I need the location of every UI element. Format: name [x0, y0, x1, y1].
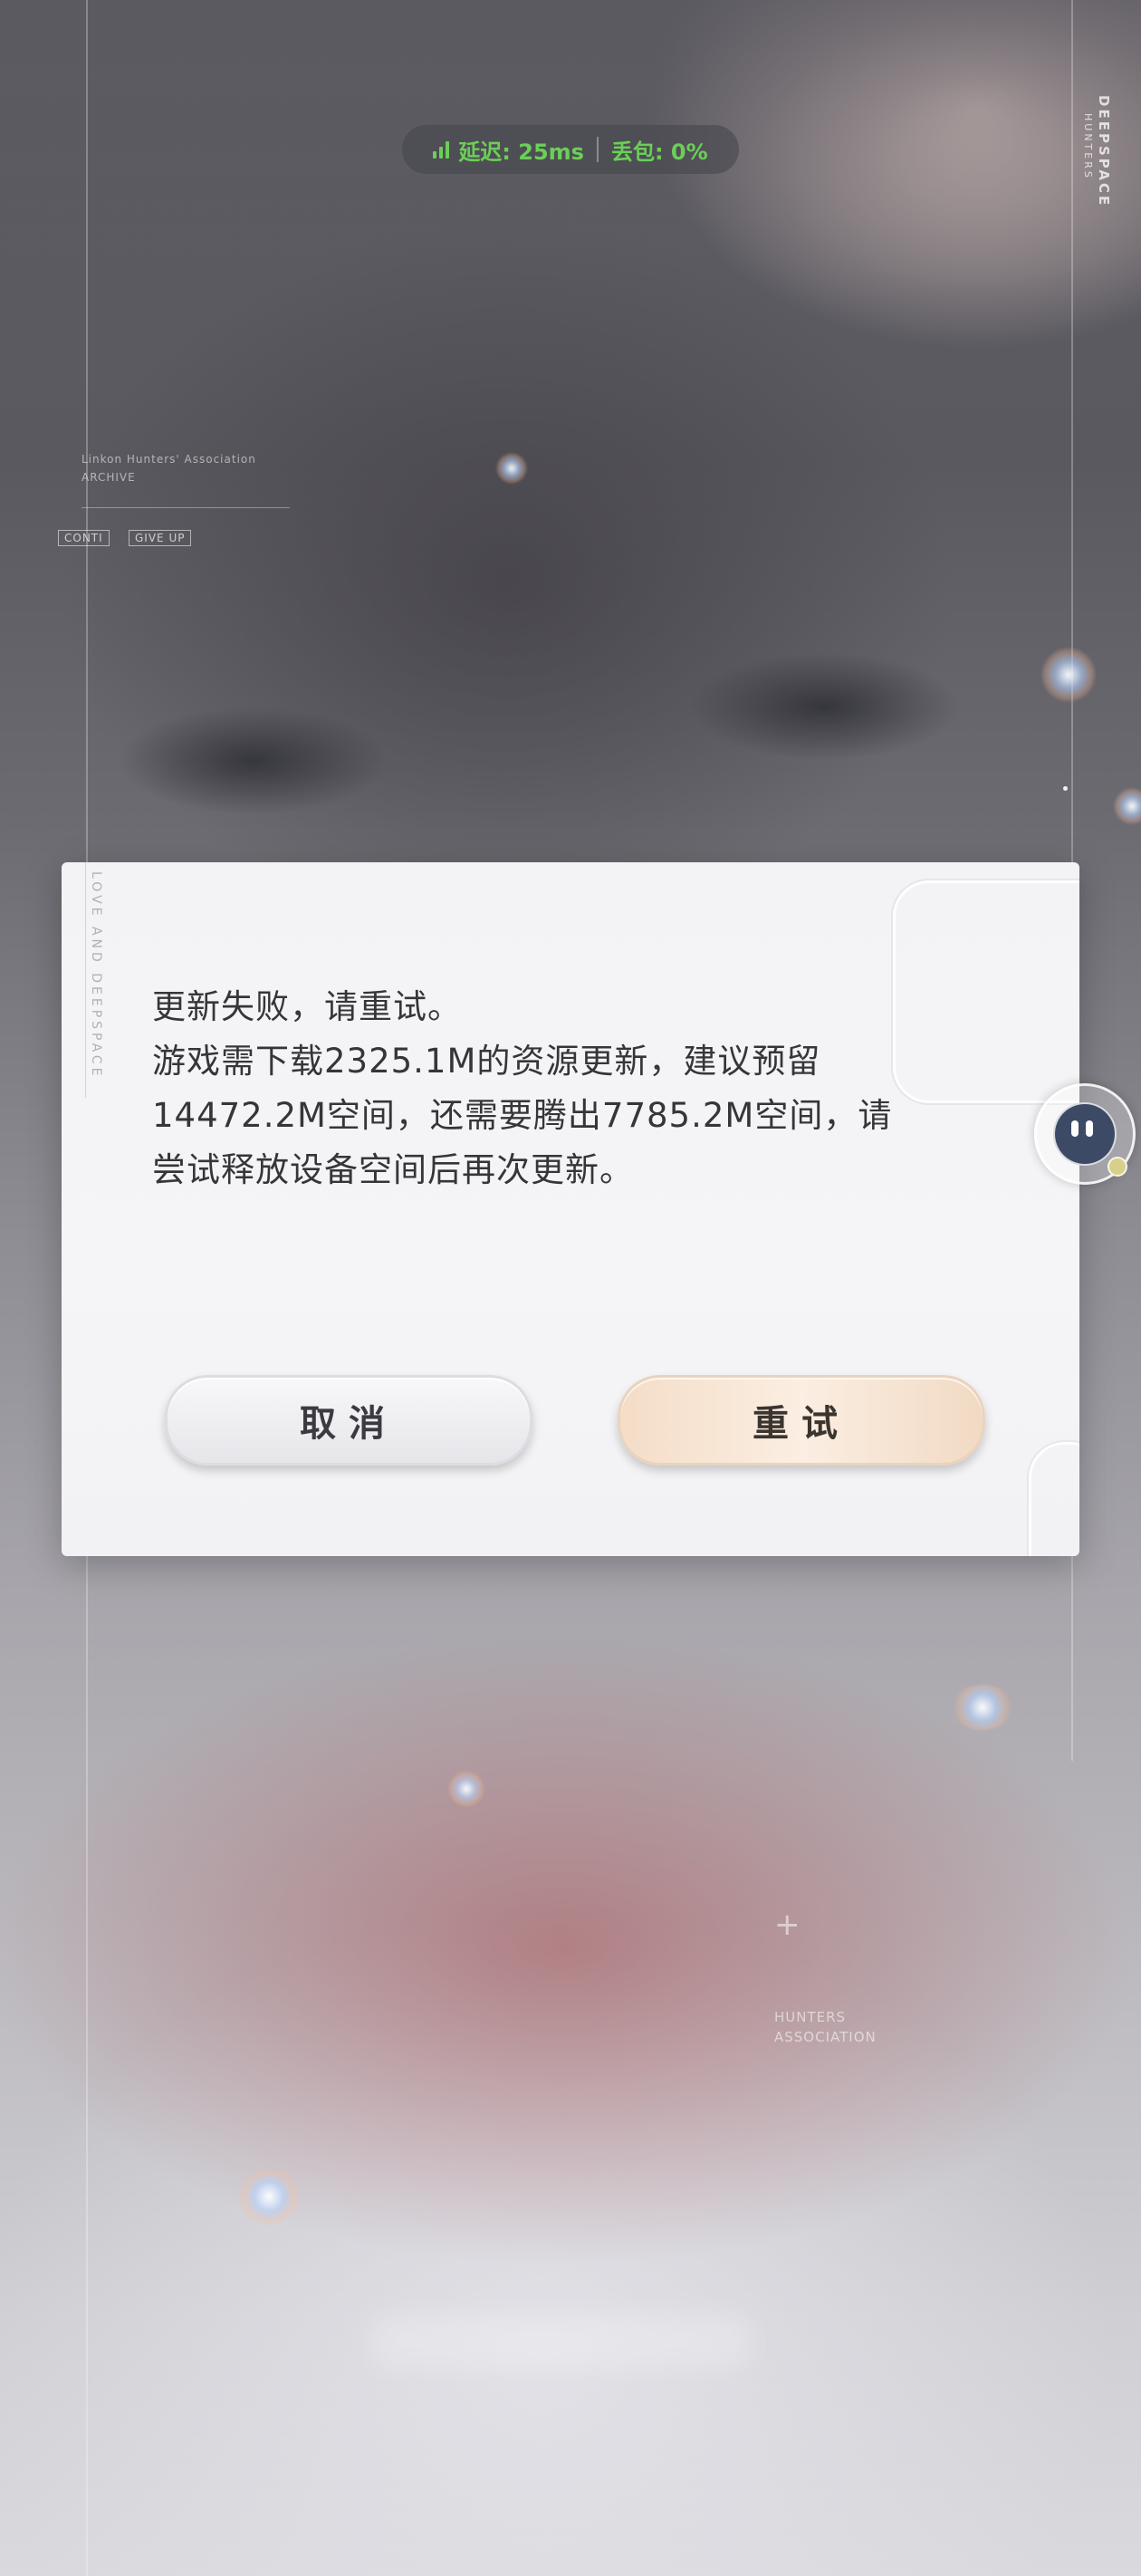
sparkle [448, 1771, 484, 1807]
deco-box-label: GIVE UP [129, 530, 192, 546]
sparkle [496, 453, 527, 484]
latency-text: 延迟: 25ms [458, 139, 584, 165]
deco-note: Linkon Hunters' Association [82, 453, 256, 466]
blurred-background-text [371, 2314, 752, 2369]
plus-icon: + [774, 1907, 801, 1943]
message-line: 14472.2M空间，还需要腾出7785.2M空间，请 [152, 1096, 893, 1135]
hunters-text: HUNTERS [774, 2009, 847, 2025]
packet-loss-text: 丢包: 0% [610, 139, 708, 165]
hunters-text: ASSOCIATION [774, 2029, 877, 2045]
assistant-float-icon [1053, 1102, 1117, 1166]
message-line: 游戏需下载2325.1M的资源更新，建议预留 [152, 1042, 821, 1081]
signal-bars-icon [433, 140, 450, 159]
dialog-decoration [85, 862, 86, 1098]
message-line: 更新失败，请重试。 [152, 987, 462, 1026]
deco-note: ARCHIVE [82, 471, 136, 484]
background-eye-right [688, 652, 960, 761]
assistant-badge [1107, 1157, 1127, 1177]
assistant-float-button[interactable] [1034, 1083, 1136, 1185]
brand-sub-text: HUNTERS [1082, 113, 1094, 180]
update-failed-dialog: LOVE AND DEEPSPACE 更新失败，请重试。 游戏需下载2325.1… [62, 862, 1079, 1556]
deco-line [82, 507, 290, 508]
dialog-decoration [1029, 1442, 1079, 1556]
sparkle [1114, 788, 1141, 824]
message-line: 尝试释放设备空间后再次更新。 [152, 1150, 634, 1189]
dialog-message: 更新失败，请重试。 游戏需下载2325.1M的资源更新，建议预留 14472.2… [152, 980, 1021, 1197]
divider [596, 137, 599, 162]
brand-vertical-text: DEEPSPACE [1096, 95, 1112, 208]
sparkle [237, 2169, 301, 2224]
cancel-button[interactable]: 取消 [165, 1375, 532, 1466]
deco-dot [1063, 786, 1068, 791]
background-eye-left [118, 706, 389, 815]
deco-box-label: CONTI [58, 530, 110, 546]
sparkle [951, 1685, 1014, 1730]
retry-button[interactable]: 重试 [618, 1375, 985, 1466]
dialog-side-text: LOVE AND DEEPSPACE [89, 871, 103, 1080]
network-status: 延迟: 25ms 丢包: 0% [402, 125, 739, 174]
sparkle [1041, 648, 1096, 702]
